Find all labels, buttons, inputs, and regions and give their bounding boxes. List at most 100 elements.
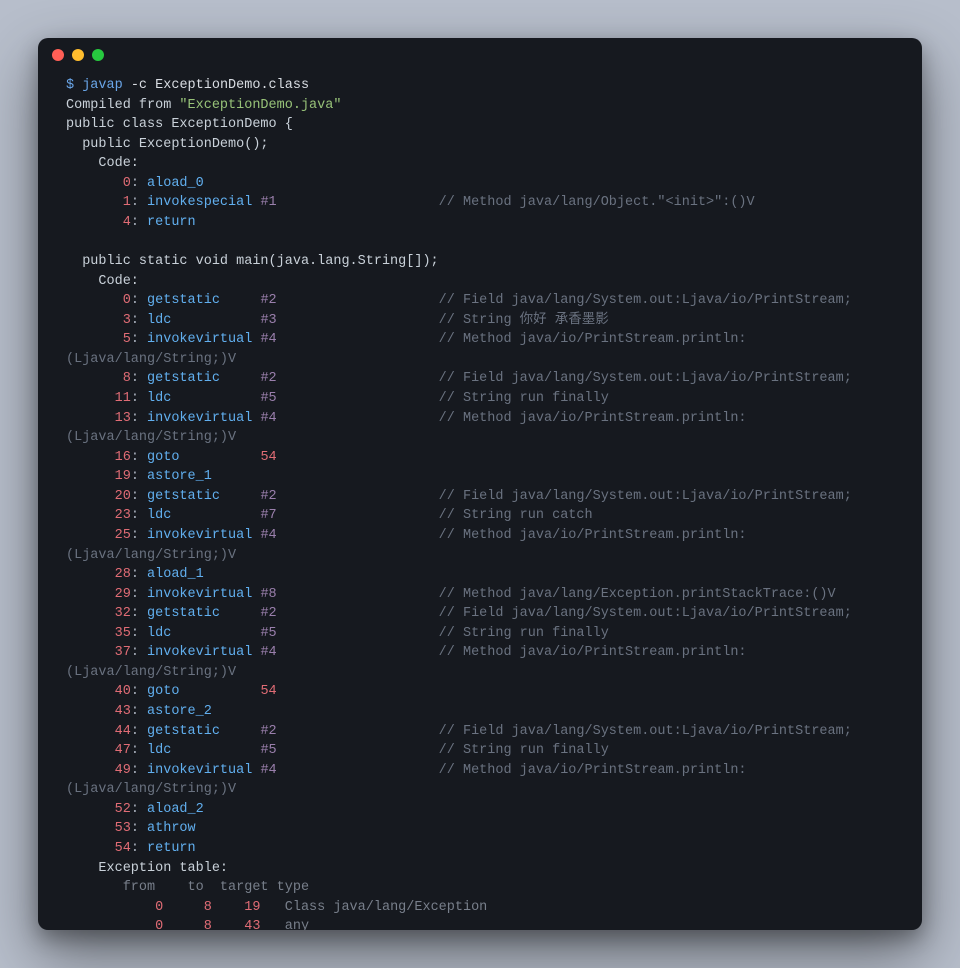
bytecode-offset: 29 — [66, 587, 131, 602]
bytecode-comment: // Field java/lang/System.out:Ljava/io/P… — [439, 724, 852, 739]
bytecode-op: invokevirtual — [147, 411, 260, 426]
bytecode-op: invokevirtual — [147, 332, 260, 347]
const-ref: #7 — [260, 508, 276, 523]
bytecode-comment: // Method java/io/PrintStream.println: — [439, 528, 747, 543]
bytecode-offset: 0 — [66, 293, 131, 308]
bytecode-comment: // Method java/lang/Object."<init>":()V — [439, 195, 755, 210]
exc-type: any — [285, 919, 309, 930]
bytecode-comment: // Field java/lang/System.out:Ljava/io/P… — [439, 489, 852, 504]
bytecode-op: athrow — [147, 821, 260, 836]
exc-header: Exception table: — [66, 861, 228, 876]
bytecode-offset: 13 — [66, 411, 131, 426]
bytecode-offset: 4 — [66, 215, 131, 230]
shell-arg: ExceptionDemo.class — [155, 78, 309, 93]
bytecode-offset: 52 — [66, 802, 131, 817]
const-ref: #4 — [260, 332, 276, 347]
terminal-output: $ javap -c ExceptionDemo.class Compiled … — [38, 72, 922, 930]
const-ref: #5 — [260, 743, 276, 758]
bytecode-wrap: (Ljava/lang/String;)V — [66, 352, 236, 367]
window-titlebar — [38, 38, 922, 72]
bytecode-comment: // Method java/lang/Exception.printStack… — [439, 587, 836, 602]
bytecode-comment: // Field java/lang/System.out:Ljava/io/P… — [439, 293, 852, 308]
bytecode-offset: 40 — [66, 684, 131, 699]
bytecode-op: ldc — [147, 508, 260, 523]
bytecode-op: getstatic — [147, 371, 260, 386]
bytecode-comment: // String 你好 承香墨影 — [439, 313, 609, 328]
shell-command: javap — [82, 78, 123, 93]
const-ref: #5 — [260, 391, 276, 406]
bytecode-comment: // Field java/lang/System.out:Ljava/io/P… — [439, 371, 852, 386]
bytecode-op: getstatic — [147, 606, 260, 621]
main-decl: public static void main(java.lang.String… — [66, 254, 439, 269]
jump-target: 54 — [260, 684, 276, 699]
close-icon[interactable] — [52, 49, 64, 61]
bytecode-op: return — [147, 215, 260, 230]
compiled-from: Compiled from — [66, 98, 179, 113]
exc-type: Class java/lang/Exception — [285, 900, 488, 915]
terminal-window: $ javap -c ExceptionDemo.class Compiled … — [38, 38, 922, 930]
zoom-icon[interactable] — [92, 49, 104, 61]
exc-from: 0 — [131, 900, 163, 915]
bytecode-offset: 25 — [66, 528, 131, 543]
bytecode-offset: 19 — [66, 469, 131, 484]
bytecode-op: invokevirtual — [147, 763, 260, 778]
bytecode-offset: 49 — [66, 763, 131, 778]
code-label: Code: — [66, 156, 139, 171]
exc-target: 43 — [212, 919, 261, 930]
bytecode-wrap: (Ljava/lang/String;)V — [66, 548, 236, 563]
bytecode-offset: 35 — [66, 626, 131, 641]
exc-target: 19 — [212, 900, 261, 915]
bytecode-op: astore_2 — [147, 704, 260, 719]
bytecode-offset: 1 — [66, 195, 131, 210]
bytecode-comment: // Method java/io/PrintStream.println: — [439, 332, 747, 347]
bytecode-op: ldc — [147, 313, 260, 328]
const-ref: #2 — [260, 724, 276, 739]
bytecode-comment: // Method java/io/PrintStream.println: — [439, 645, 747, 660]
bytecode-op: invokevirtual — [147, 587, 260, 602]
const-ref: #2 — [260, 371, 276, 386]
bytecode-op: ldc — [147, 626, 260, 641]
bytecode-op: invokespecial — [147, 195, 260, 210]
shell-flag: -c — [131, 78, 147, 93]
bytecode-op: invokevirtual — [147, 528, 260, 543]
bytecode-comment: // String run catch — [439, 508, 593, 523]
bytecode-offset: 43 — [66, 704, 131, 719]
bytecode-op: goto — [147, 450, 260, 465]
minimize-icon[interactable] — [72, 49, 84, 61]
const-ref: #4 — [260, 763, 276, 778]
const-ref: #3 — [260, 313, 276, 328]
bytecode-offset: 54 — [66, 841, 131, 856]
bytecode-comment: // Method java/io/PrintStream.println: — [439, 411, 747, 426]
class-decl: public class ExceptionDemo { — [66, 117, 293, 132]
const-ref: #4 — [260, 528, 276, 543]
bytecode-offset: 37 — [66, 645, 131, 660]
bytecode-offset: 16 — [66, 450, 131, 465]
bytecode-offset: 32 — [66, 606, 131, 621]
const-ref: #8 — [260, 587, 276, 602]
exc-columns: from to target type — [66, 880, 309, 895]
const-ref: #1 — [260, 195, 276, 210]
exc-to: 8 — [163, 900, 212, 915]
const-ref: #2 — [260, 293, 276, 308]
bytecode-op: getstatic — [147, 293, 260, 308]
const-ref: #4 — [260, 645, 276, 660]
bytecode-comment: // String run finally — [439, 391, 609, 406]
bytecode-comment: // Field java/lang/System.out:Ljava/io/P… — [439, 606, 852, 621]
bytecode-op: getstatic — [147, 489, 260, 504]
bytecode-offset: 5 — [66, 332, 131, 347]
bytecode-op: astore_1 — [147, 469, 260, 484]
bytecode-offset: 0 — [66, 176, 131, 191]
bytecode-offset: 44 — [66, 724, 131, 739]
bytecode-offset: 20 — [66, 489, 131, 504]
const-ref: #2 — [260, 489, 276, 504]
code-label: Code: — [66, 274, 139, 289]
bytecode-offset: 23 — [66, 508, 131, 523]
bytecode-wrap: (Ljava/lang/String;)V — [66, 665, 236, 680]
jump-target: 54 — [260, 450, 276, 465]
const-ref: #2 — [260, 606, 276, 621]
bytecode-offset: 28 — [66, 567, 131, 582]
bytecode-op: aload_2 — [147, 802, 260, 817]
exc-to: 8 — [163, 919, 212, 930]
bytecode-offset: 3 — [66, 313, 131, 328]
bytecode-comment: // Method java/io/PrintStream.println: — [439, 763, 747, 778]
